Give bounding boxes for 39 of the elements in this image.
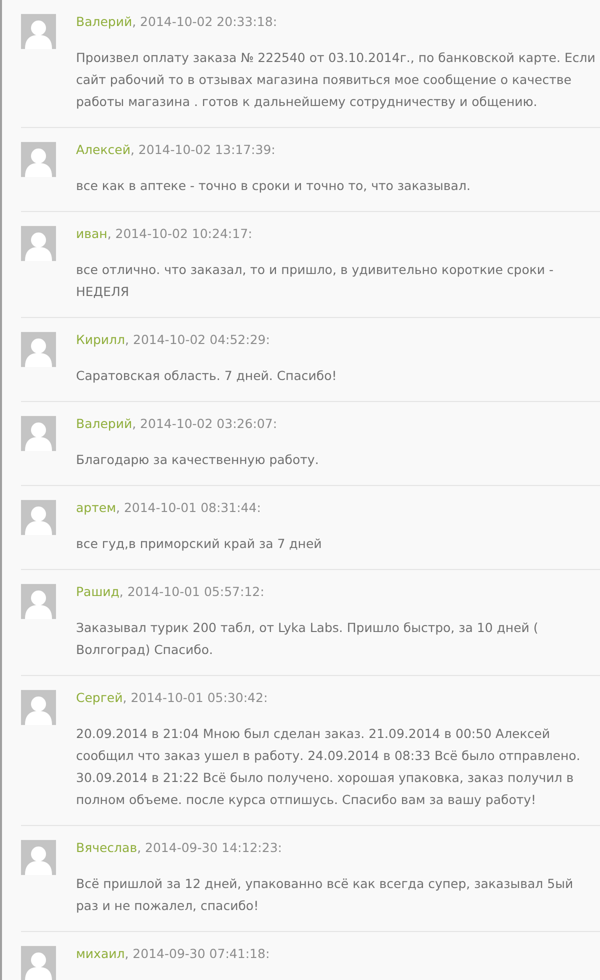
avatar-icon [21,142,56,177]
author-link[interactable]: михаил [76,946,125,961]
avatar-icon [21,332,56,367]
comment-date: , 2014-10-01 05:30:42: [122,690,268,705]
comment-text: все отлично. что заказал, то и пришло, в удивительно короткие сроки - НЕДЕЛЯ [76,261,555,301]
comment-date: , 2014-09-30 07:41:18: [124,946,270,961]
avatar-icon [21,226,56,261]
author-link[interactable]: Валерий [76,14,132,29]
avatar-icon [21,14,56,49]
author-link[interactable]: Кирилл [76,332,126,347]
avatar-icon [21,946,56,980]
comment-date: , 2014-10-02 20:33:18: [132,14,278,29]
comment-text: все как в аптеке - точно в сроки и точно то, что заказывал. [76,177,472,195]
author-link[interactable]: Сергей [76,690,123,705]
avatar-icon [21,500,56,535]
comment-date: , 2014-10-02 03:26:07: [132,416,278,431]
author-link[interactable]: артем [76,500,116,515]
author-link[interactable]: Алексей [76,142,130,157]
avatar-icon [21,416,56,451]
avatar-icon [21,690,56,725]
comment-text: Произвел оплату заказа № 222540 от 03.10.2014г., по банковской карте. Если сайт рабочий то в отзывах магазина появиться мое сообщение о качестве работы магазина . готов к дальнейшему сотрудничеству и общению. [76,49,596,111]
avatar-icon [21,584,56,619]
comment-date: , 2014-10-02 04:52:29: [125,332,270,347]
comment-text: Всё пришлой за 12 дней, упакованно всё как всегда супер, заказывал 5ый раз и не пожалел, спасибо! [76,875,574,915]
author-link[interactable]: иван [76,226,108,241]
comment-text: все гуд,в приморский край за 7 дней [76,535,323,553]
comment-text: Заказывал турик 200 табл, от Lyka Labs. Пришло быстро, за 10 дней ( Волгоград) Спасибо. [76,619,540,659]
comment-text: Саратовская область. 7 дней. Спасибо! [76,367,338,385]
comment-text: Благодарю за качественную работу. [76,451,320,469]
comment-text: 20.09.2014 в 21:04 Мною был сделан заказ. 21.09.2014 в 00:50 Алексей сообщил что заказ ушел в работу. 24.09.2014 в 08:33 Всё было отправлено. 30.09.2014 в 21:22 Всё было получено. хорошая упаковка, заказ получил в полном объеме. после курса отпишусь. Спасибо вам за вашу работу! [76,725,582,809]
comment-date: , 2014-10-02 13:17:39: [130,142,276,157]
comment-date: , 2014-10-02 10:24:17: [107,226,252,241]
comment-date: , 2014-10-01 05:57:12: [119,584,264,599]
avatar-icon [21,840,56,875]
author-link[interactable]: Вячеслав [76,840,138,855]
comment-date: , 2014-09-30 14:12:23: [137,840,282,855]
author-link[interactable]: Рашид [76,584,120,599]
comment-date: , 2014-10-01 08:31:44: [116,500,261,515]
author-link[interactable]: Валерий [76,416,132,431]
